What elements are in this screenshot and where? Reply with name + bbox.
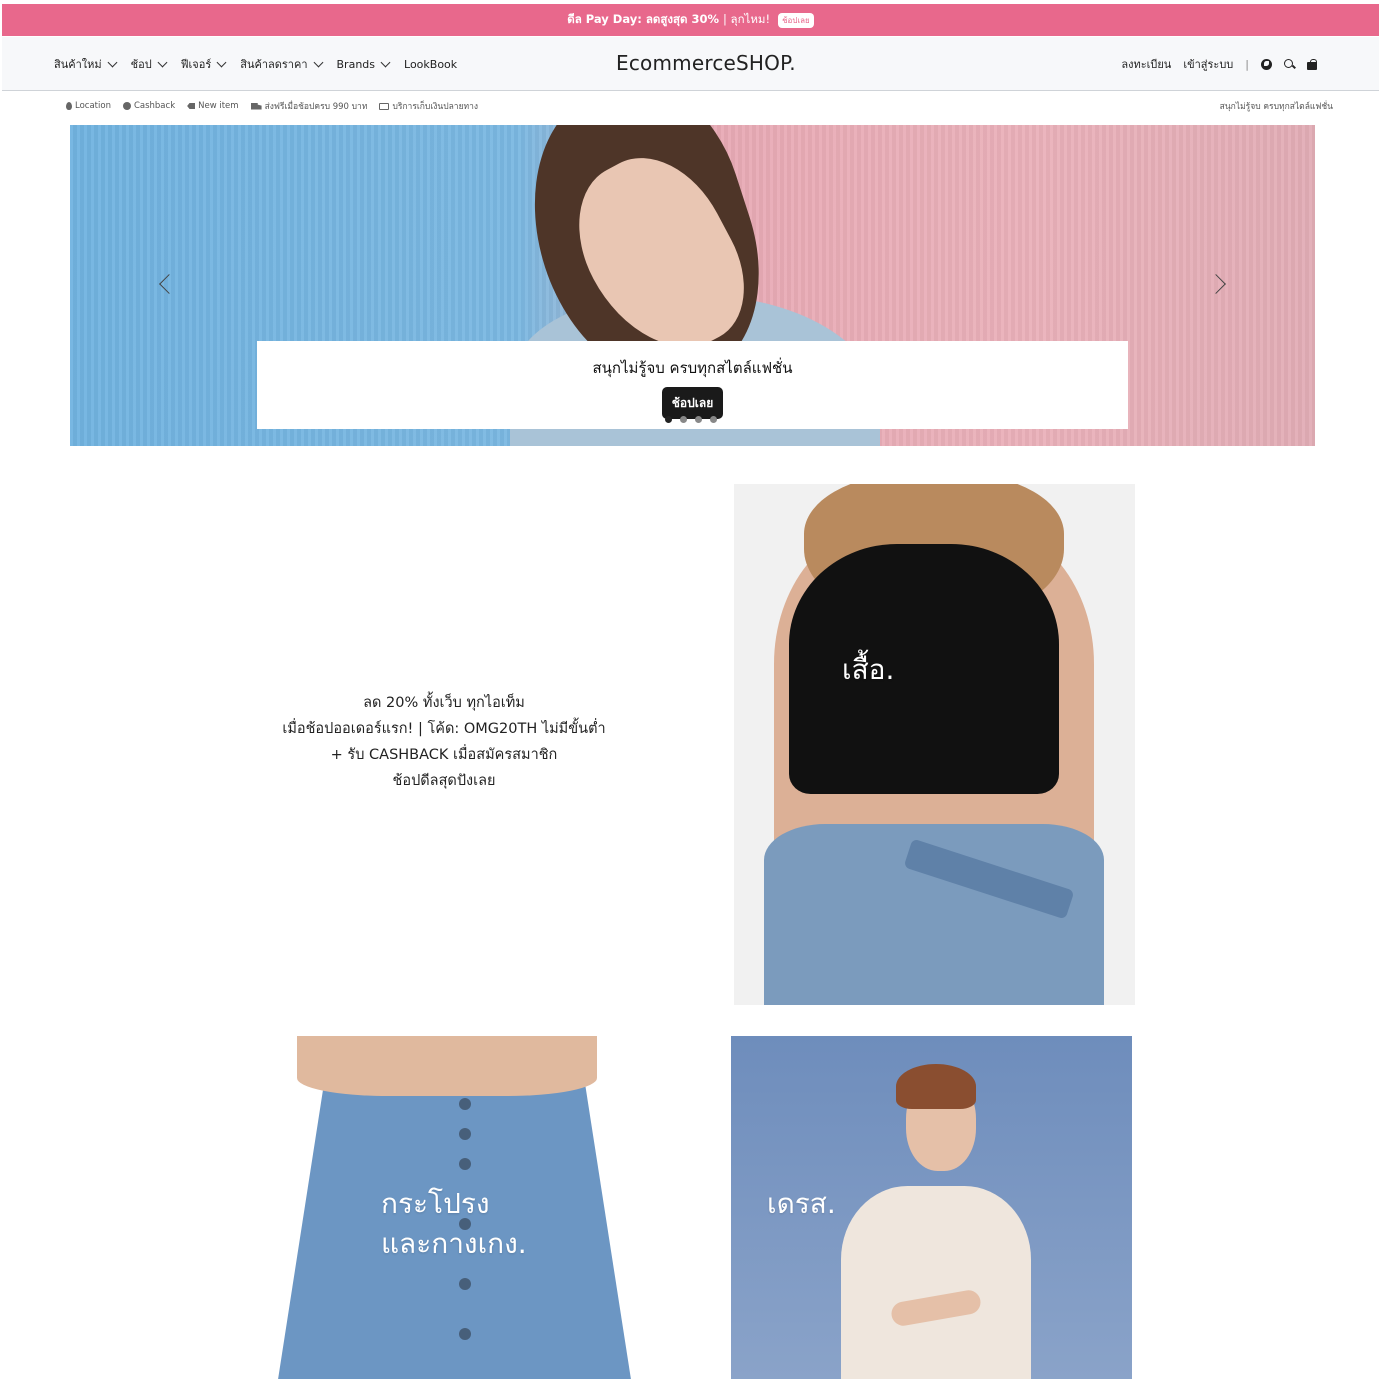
carousel-dot[interactable] bbox=[695, 416, 702, 423]
info-item-label: บริการเก็บเงินปลายทาง bbox=[392, 102, 479, 112]
chevron-down-icon bbox=[216, 57, 227, 67]
category-label-dresses: เดรส. bbox=[767, 1187, 836, 1220]
carousel-dot[interactable] bbox=[710, 416, 717, 423]
chevron-down-icon bbox=[107, 57, 118, 67]
nav-item-shop[interactable]: ช้อป bbox=[130, 55, 168, 73]
shopping-bag-icon[interactable] bbox=[1307, 58, 1317, 70]
hero-caption-title: สนุกไม่รู้จบ ครบทุกสไตล์แฟชั่น bbox=[592, 359, 793, 377]
register-link[interactable]: ลงทะเบียน bbox=[1121, 55, 1171, 73]
search-icon[interactable] bbox=[1284, 58, 1295, 70]
promo-line: เมื่อช้อปออเดอร์แรก! | โค้ด: OMG20TH ไม่… bbox=[282, 721, 606, 737]
category-card-dresses[interactable]: เดรส. bbox=[731, 1036, 1132, 1379]
skirt-button-image bbox=[459, 1158, 471, 1170]
carousel-prev-arrow-icon[interactable] bbox=[159, 274, 179, 294]
skirt-button-image bbox=[459, 1278, 471, 1290]
dresses-image-hair bbox=[896, 1064, 976, 1109]
info-bar: Location Cashback New item ส่งฟรีเมื่อช้… bbox=[42, 92, 1342, 120]
promo-shop-now-button[interactable]: ช้อปเลย bbox=[778, 12, 814, 28]
main-navigation: สินค้าใหม่ ช้อป ฟีเจอร์ สินค้าลดราคา Bra… bbox=[2, 37, 1379, 91]
category-card-tops[interactable]: เสื้อ. bbox=[734, 484, 1135, 1005]
carousel-next-arrow-icon[interactable] bbox=[1206, 274, 1226, 294]
login-link[interactable]: เข้าสู่ระบบ bbox=[1183, 55, 1233, 73]
carousel-dot[interactable] bbox=[680, 416, 687, 423]
nav-item-brands[interactable]: Brands bbox=[336, 57, 391, 71]
info-items: Location Cashback New item ส่งฟรีเมื่อช้… bbox=[66, 92, 478, 120]
nav-item-lookbook[interactable]: LookBook bbox=[404, 58, 457, 71]
category-card-skirts-pants[interactable]: กระโปรง และกางเกง. bbox=[277, 1036, 657, 1379]
nav-item-sale[interactable]: สินค้าลดราคา bbox=[240, 55, 323, 73]
promo-line: + รับ CASHBACK เมื่อสมัครสมาชิก bbox=[330, 747, 558, 763]
info-item-location[interactable]: Location bbox=[66, 101, 111, 111]
brand-logo[interactable]: EcommerceSHOP. bbox=[616, 51, 796, 75]
nav-menu: สินค้าใหม่ ช้อป ฟีเจอร์ สินค้าลดราคา Bra… bbox=[54, 37, 457, 91]
dresses-image-dress bbox=[841, 1186, 1031, 1379]
hero-carousel[interactable]: สนุกไม่รู้จบ ครบทุกสไตล์แฟชั่น ช้อปเลย bbox=[70, 125, 1315, 446]
skirt-button-image bbox=[459, 1098, 471, 1110]
location-pin-icon bbox=[66, 102, 72, 110]
hero-shop-now-button[interactable]: ช้อปเลย bbox=[661, 387, 724, 419]
nav-item-features[interactable]: ฟีเจอร์ bbox=[180, 55, 227, 73]
category-label-skirts-pants: กระโปรง และกางเกง. bbox=[381, 1184, 527, 1264]
category-label-line: กระโปรง bbox=[381, 1187, 490, 1220]
promo-bar[interactable]: ดีล Pay Day: ลดสูงสุด 30% | ลุกไหม! ช้อป… bbox=[2, 4, 1379, 36]
cash-icon bbox=[379, 102, 390, 110]
info-item-free-shipping[interactable]: ส่งฟรีเมื่อช้อปครบ 990 บาท bbox=[250, 99, 368, 113]
skirts-image-skin bbox=[297, 1036, 597, 1096]
chevron-down-icon bbox=[380, 57, 391, 67]
chevron-down-icon bbox=[313, 57, 323, 67]
promo-text-block: ลด 20% ทั้งเว็บ ทุกไอเท็ม เมื่อช้อปออเดอ… bbox=[280, 690, 608, 794]
promo-line: ลด 20% ทั้งเว็บ ทุกไอเท็ม bbox=[363, 695, 525, 711]
category-label-line: และกางเกง. bbox=[381, 1227, 527, 1260]
info-item-cashback[interactable]: Cashback bbox=[122, 101, 176, 111]
tops-image-crop-top bbox=[789, 544, 1059, 794]
tag-icon bbox=[187, 103, 196, 109]
info-item-cod[interactable]: บริการเก็บเงินปลายทาง bbox=[379, 99, 478, 113]
info-item-label: Cashback bbox=[133, 101, 176, 111]
info-item-label: ส่งฟรีเมื่อช้อปครบ 990 บาท bbox=[264, 102, 368, 112]
carousel-dot[interactable] bbox=[665, 416, 672, 423]
nav-item-new-arrivals[interactable]: สินค้าใหม่ bbox=[54, 55, 118, 73]
info-item-new-item[interactable]: New item bbox=[187, 101, 239, 111]
info-item-label: New item bbox=[198, 101, 239, 111]
nav-item-label: LookBook bbox=[404, 57, 458, 71]
nav-item-label: สินค้าใหม่ bbox=[54, 58, 102, 71]
nav-item-label: สินค้าลดราคา bbox=[240, 58, 308, 71]
chevron-down-icon bbox=[157, 57, 168, 67]
globe-icon[interactable] bbox=[1261, 58, 1272, 70]
carousel-indicators bbox=[665, 416, 717, 423]
nav-item-label: Brands bbox=[336, 57, 376, 71]
skirt-button-image bbox=[459, 1128, 471, 1140]
info-item-label: Location bbox=[75, 101, 111, 111]
promo-line: ช้อปดีลสุดปังเลย bbox=[392, 773, 496, 789]
nav-account: ลงทะเบียน เข้าสู่ระบบ | bbox=[1121, 37, 1317, 91]
info-tagline: สนุกไม่รู้จบ ครบทุกสไตล์แฟชั่น bbox=[1219, 102, 1333, 112]
nav-separator: | bbox=[1245, 57, 1249, 71]
nav-item-label: ช้อป bbox=[130, 58, 152, 71]
nav-item-label: ฟีเจอร์ bbox=[180, 58, 212, 71]
truck-icon bbox=[250, 102, 262, 110]
promo-subtext: | ลุกไหม! bbox=[723, 12, 771, 26]
money-bag-icon bbox=[122, 102, 131, 110]
skirt-button-image bbox=[459, 1328, 471, 1340]
promo-headline: ดีล Pay Day: ลดสูงสุด 30% bbox=[567, 12, 719, 26]
category-label-tops: เสื้อ. bbox=[842, 653, 895, 686]
